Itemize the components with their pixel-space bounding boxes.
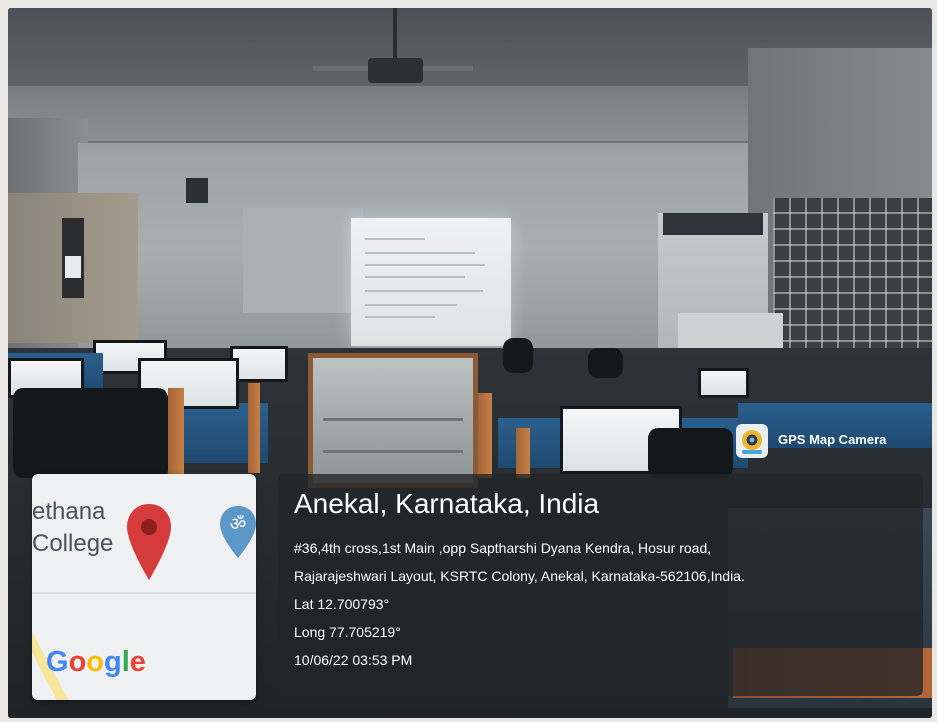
google-logo: Google bbox=[46, 646, 146, 679]
desk-partition bbox=[168, 388, 184, 478]
center-cabinet bbox=[308, 353, 478, 488]
longitude: Long 77.705219° bbox=[294, 624, 401, 640]
svg-text:ॐ: ॐ bbox=[230, 514, 246, 535]
projector bbox=[368, 58, 423, 83]
map-place-line2: College bbox=[32, 530, 114, 557]
chair bbox=[503, 338, 533, 373]
address-line-1: #36,4th cross,1st Main ,opp Saptharshi D… bbox=[294, 540, 712, 556]
google-logo-letter: G bbox=[46, 646, 69, 678]
google-logo-letter: l bbox=[121, 646, 130, 678]
whiteboard bbox=[243, 208, 363, 313]
map-place-label: ethana College bbox=[32, 496, 113, 560]
map-pin-icon bbox=[127, 504, 171, 580]
gps-map-camera-badge: GPS Map Camera bbox=[736, 424, 914, 458]
location-map-thumbnail[interactable]: ethana College ॐ Google bbox=[32, 474, 256, 700]
chair bbox=[648, 428, 733, 478]
projection-screen bbox=[351, 218, 511, 346]
latitude: Lat 12.700793° bbox=[294, 596, 390, 612]
timestamp: 10/06/22 03:53 PM bbox=[294, 652, 413, 668]
map-road bbox=[32, 592, 256, 594]
google-logo-letter: g bbox=[104, 646, 122, 678]
google-logo-letter: o bbox=[86, 646, 104, 678]
gps-camera-icon bbox=[736, 424, 768, 458]
desk-partition bbox=[478, 393, 492, 478]
google-logo-letter: o bbox=[68, 646, 87, 678]
chair bbox=[13, 388, 168, 478]
badge-label: GPS Map Camera bbox=[778, 432, 887, 447]
monitor bbox=[698, 368, 749, 398]
google-logo-letter: e bbox=[129, 646, 146, 678]
desk-partition bbox=[248, 383, 260, 473]
wall-speaker bbox=[186, 178, 208, 203]
projector-mount bbox=[393, 8, 397, 60]
chair bbox=[588, 348, 623, 378]
address-line-2: Rajarajeshwari Layout, KSRTC Colony, Ane… bbox=[294, 568, 745, 584]
location-info-panel: Anekal, Karnataka, India #36,4th cross,1… bbox=[278, 474, 923, 696]
desk-partition bbox=[516, 428, 530, 478]
cabinet-top bbox=[663, 213, 763, 235]
location-title: Anekal, Karnataka, India bbox=[294, 488, 600, 519]
om-temple-icon: ॐ bbox=[220, 506, 256, 558]
door-glass bbox=[65, 256, 81, 278]
map-place-line1: ethana bbox=[32, 498, 106, 525]
